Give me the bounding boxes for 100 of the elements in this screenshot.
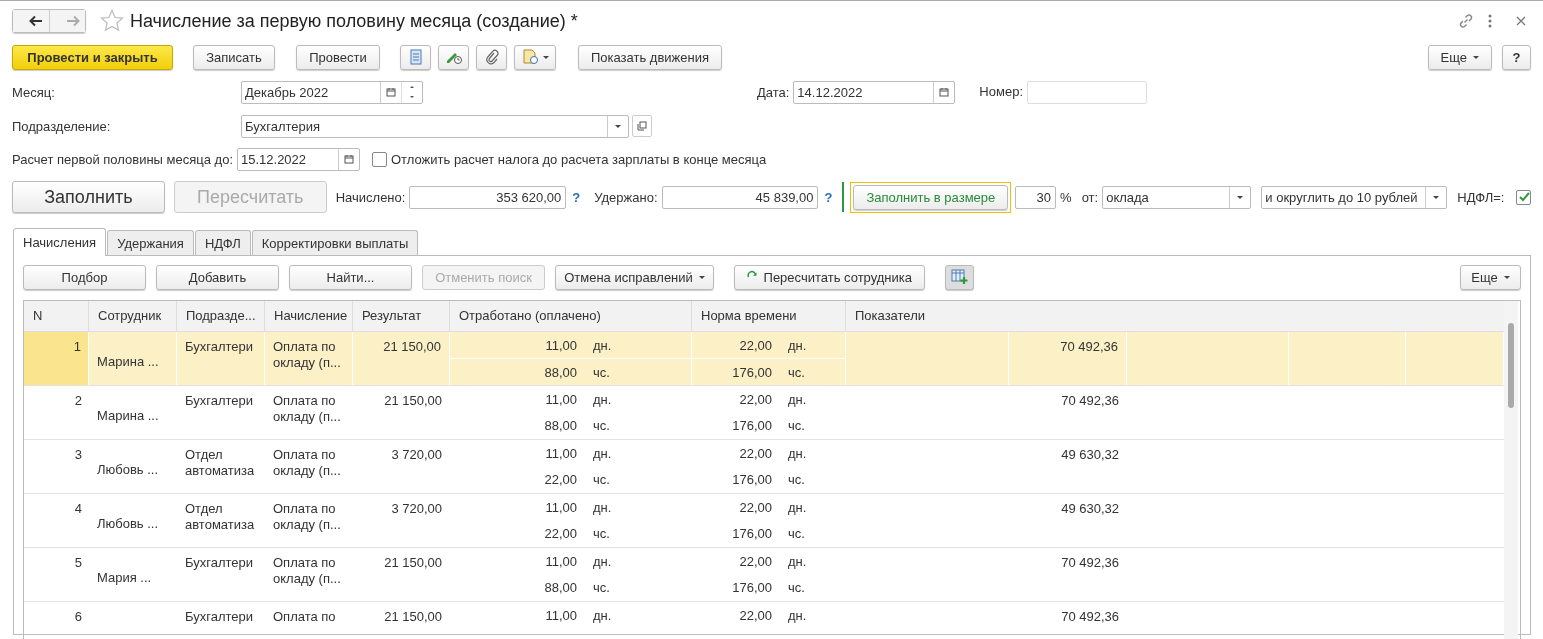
ndfl-checkbox[interactable] (1516, 189, 1531, 205)
column-header[interactable]: Результат (353, 301, 450, 331)
norm-unit: дн. (787, 607, 807, 623)
paperclip-icon (484, 49, 499, 65)
norm-unit: дн. (787, 553, 807, 569)
result-cell: 21 150,00 (383, 339, 441, 354)
caret-icon (1503, 275, 1510, 279)
withheld-field: 45 839,00 (661, 185, 819, 209)
department-field[interactable]: Бухгалтерия (241, 114, 629, 138)
toolbar-button[interactable]: Добавить (156, 264, 279, 290)
toolbar-button[interactable]: Найти... (289, 264, 412, 290)
worked-value: 11,00 (544, 337, 578, 353)
first-half-until-field[interactable]: 15.12.2022 (237, 147, 360, 171)
norm-unit: чс. (787, 525, 805, 541)
column-header[interactable]: Подразде... (177, 301, 265, 331)
percent-sign: % (1060, 189, 1072, 205)
close-icon[interactable] (1515, 15, 1527, 27)
date-field[interactable]: 14.12.2022 (793, 80, 956, 104)
norm-value: 176,00 (731, 417, 773, 433)
norm-unit: чс. (787, 579, 805, 595)
worked-value: 11,00 (544, 499, 578, 515)
accrual-cell-text: Оплата по окладу (п... (273, 555, 342, 587)
indicator-cell: 70 492,36 (1061, 609, 1119, 624)
show-movements-button[interactable]: Показать движения (578, 44, 722, 70)
column-header[interactable]: Показатели (846, 301, 1504, 331)
worked-value: 11,00 (544, 445, 578, 461)
fill-amount-button[interactable]: Заполнить в размере (853, 184, 1009, 210)
table-row[interactable]: 4 Любовь ... Отдел автоматиза Оплата по окладу (п... 3 720,00 11,00 дн. 22,00 чс. 22,00 дн. 176,00 чс. 49 630,32 (24, 494, 1504, 548)
recalculate-employee-button[interactable]: Пересчитать сотрудника (734, 264, 925, 290)
open-button[interactable] (632, 115, 652, 137)
calendar-icon (344, 154, 354, 164)
department-cell-text: Бухгалтери (185, 609, 255, 625)
tab[interactable]: Корректировки выплаты (251, 230, 419, 255)
result-cell: 21 150,00 (384, 555, 442, 570)
worked-value: 88,00 (543, 364, 578, 380)
department-cell-text: Отдел автоматиза (185, 447, 256, 479)
norm-value: 176,00 (731, 364, 773, 380)
back-button[interactable] (13, 10, 49, 32)
table-row[interactable]: 3 Любовь ... Отдел автоматиза Оплата по окладу (п... 3 720,00 11,00 дн. 22,00 чс. 22,00 дн. 176,00 чс. 49 630,32 (24, 440, 1504, 494)
table-row[interactable]: 1 Марина ... Бухгалтери Оплата по окладу (п... 21 150,00 11,00 дн. 88,00 чс. 22,00 дн. 176,00 чс. 70 492,36 (24, 332, 1504, 386)
post-button[interactable]: Провести (296, 44, 380, 70)
month-field[interactable]: Декабрь 2022 (241, 80, 423, 104)
menu-button[interactable]: Отмена исправлений (555, 264, 714, 290)
tab[interactable]: НДФЛ (194, 230, 251, 255)
create-based-on-button[interactable] (514, 44, 556, 70)
norm-value: 22,00 (738, 553, 773, 569)
accrual-cell-text: Оплата по окладу (п... (273, 393, 342, 425)
base-label: от: (1081, 189, 1099, 205)
result-cell: 21 150,00 (384, 393, 442, 408)
dropdown-caret-icon (1237, 195, 1244, 199)
column-header[interactable]: Отработано (оплачено) (450, 301, 692, 331)
scrollbar[interactable] (1504, 301, 1518, 639)
rounding-dropdown[interactable]: и округлить до 10 рублей (1261, 185, 1448, 209)
fill-button[interactable]: Заполнить (12, 181, 165, 213)
attach-button[interactable] (476, 44, 507, 70)
help-hint[interactable]: ? (824, 189, 833, 205)
caret-icon (1473, 55, 1479, 59)
post-and-close-button[interactable]: Провести и закрыть (12, 44, 173, 70)
result-cell: 3 720,00 (391, 501, 442, 516)
table-row[interactable]: 5 Мария ... Бухгалтери Оплата по окладу (п... 21 150,00 11,00 дн. 88,00 чс. 22,00 дн. 176,00 чс. 70 492,36 (24, 548, 1504, 602)
dropdown-caret-icon (1433, 195, 1440, 199)
number-field[interactable] (1027, 80, 1147, 104)
column-header[interactable]: Сотрудник (89, 301, 177, 331)
date-label: Дата: (756, 84, 790, 100)
column-header[interactable]: Начисление (265, 301, 353, 331)
column-header[interactable]: Норма времени (692, 301, 846, 331)
help-button[interactable]: ? (1502, 44, 1531, 70)
indicator-cell: 49 630,32 (1061, 447, 1119, 462)
star-icon[interactable] (100, 9, 124, 33)
norm-unit: чс. (787, 471, 805, 487)
more-button[interactable]: Еще (1460, 264, 1521, 290)
tab[interactable]: Удержания (107, 230, 194, 255)
more-vertical-icon[interactable] (1487, 13, 1493, 29)
worked-unit: дн. (592, 391, 612, 407)
table-row[interactable]: 2 Марина ... Бухгалтери Оплата по окладу (п... 21 150,00 11,00 дн. 88,00 чс. 22,00 дн. 176,00 чс. 70 492,36 (24, 386, 1504, 440)
number-label: Номер: (979, 84, 1023, 100)
help-hint[interactable]: ? (572, 189, 581, 205)
more-button[interactable]: Еще (1427, 44, 1492, 70)
percent-field[interactable]: 30 (1015, 185, 1057, 209)
indicator-cell: 70 492,36 (1061, 393, 1119, 408)
dropdown-caret-icon (615, 124, 621, 128)
row-number: 1 (73, 339, 81, 354)
column-header[interactable]: N (24, 301, 89, 331)
worked-value: 11,00 (544, 391, 578, 407)
defer-tax-checkbox[interactable] (372, 151, 387, 167)
table-add-button[interactable] (945, 264, 974, 290)
write-button[interactable]: Записать (193, 44, 275, 70)
edit-icon-button[interactable] (438, 44, 469, 70)
tab[interactable]: Начисления (13, 228, 107, 256)
base-dropdown[interactable]: оклада (1102, 185, 1252, 209)
employee-name: Марина ... (97, 408, 160, 423)
norm-unit: дн. (787, 391, 807, 407)
list-icon-button[interactable] (400, 44, 431, 70)
norm-value: 22,00 (738, 391, 773, 407)
department-cell-text: Бухгалтери (185, 339, 255, 355)
ndfl-label: НДФЛ=: (1457, 189, 1505, 205)
norm-value: 176,00 (731, 579, 773, 595)
link-icon[interactable] (1457, 12, 1475, 30)
caret-icon (698, 275, 705, 279)
toolbar-button[interactable]: Подбор (23, 264, 146, 290)
